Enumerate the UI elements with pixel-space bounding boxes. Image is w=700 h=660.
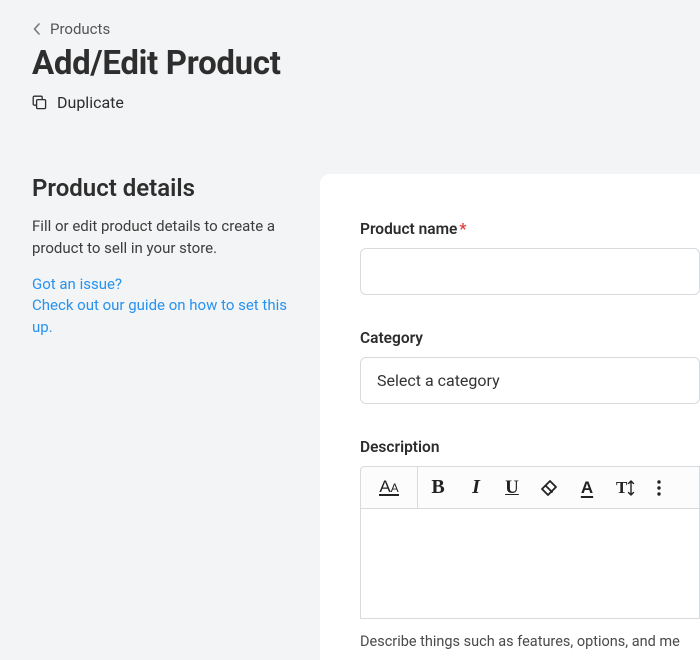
svg-text:T: T: [616, 478, 628, 497]
product-name-input[interactable]: [360, 248, 700, 295]
eraser-icon: [539, 479, 559, 497]
toolbar-more-button[interactable]: [644, 467, 674, 508]
link-got-issue[interactable]: Got an issue?: [32, 274, 300, 296]
lineheight-icon: T: [614, 478, 636, 498]
section-heading: Product details: [32, 174, 300, 202]
toolbar-underline-button[interactable]: U: [494, 467, 530, 508]
duplicate-button[interactable]: Duplicate: [32, 93, 124, 112]
field-description: Description AA B I U: [360, 438, 700, 650]
form-card: Product name * Category Select a categor…: [320, 174, 700, 660]
bold-icon: B: [431, 476, 444, 499]
toolbar-textcolor-button[interactable]: A: [568, 467, 606, 508]
fontstyle-icon: AA: [379, 479, 398, 496]
category-label: Category: [360, 329, 423, 347]
description-label: Description: [360, 438, 439, 456]
page-title: Add/Edit Product: [32, 44, 700, 83]
toolbar-lineheight-button[interactable]: T: [606, 467, 644, 508]
breadcrumb-label: Products: [50, 20, 110, 38]
editor-toolbar: AA B I U: [360, 466, 700, 509]
breadcrumb[interactable]: Products: [32, 20, 700, 38]
duplicate-icon: [32, 95, 47, 110]
required-asterisk: *: [459, 220, 466, 238]
category-placeholder: Select a category: [377, 371, 500, 390]
sidebar: Product details Fill or edit product det…: [32, 174, 320, 339]
section-subtext: Fill or edit product details to create a…: [32, 216, 300, 260]
underline-icon: U: [505, 477, 519, 499]
toolbar-eraser-button[interactable]: [530, 467, 568, 508]
textcolor-icon: A: [581, 478, 593, 498]
toolbar-fontstyle-button[interactable]: AA: [361, 467, 417, 508]
more-vertical-icon: [656, 479, 662, 497]
description-editor[interactable]: [360, 509, 700, 619]
toolbar-italic-button[interactable]: I: [458, 467, 494, 508]
field-category: Category Select a category: [360, 329, 700, 404]
category-select[interactable]: Select a category: [360, 357, 700, 404]
description-helper: Describe things such as features, option…: [360, 633, 700, 650]
italic-icon: I: [472, 476, 480, 499]
duplicate-label: Duplicate: [57, 93, 124, 112]
product-name-label: Product name: [360, 220, 457, 238]
field-product-name: Product name *: [360, 220, 700, 295]
toolbar-bold-button[interactable]: B: [418, 467, 458, 508]
link-guide[interactable]: Check out our guide on how to set this u…: [32, 295, 300, 339]
chevron-left-icon: [32, 22, 42, 36]
